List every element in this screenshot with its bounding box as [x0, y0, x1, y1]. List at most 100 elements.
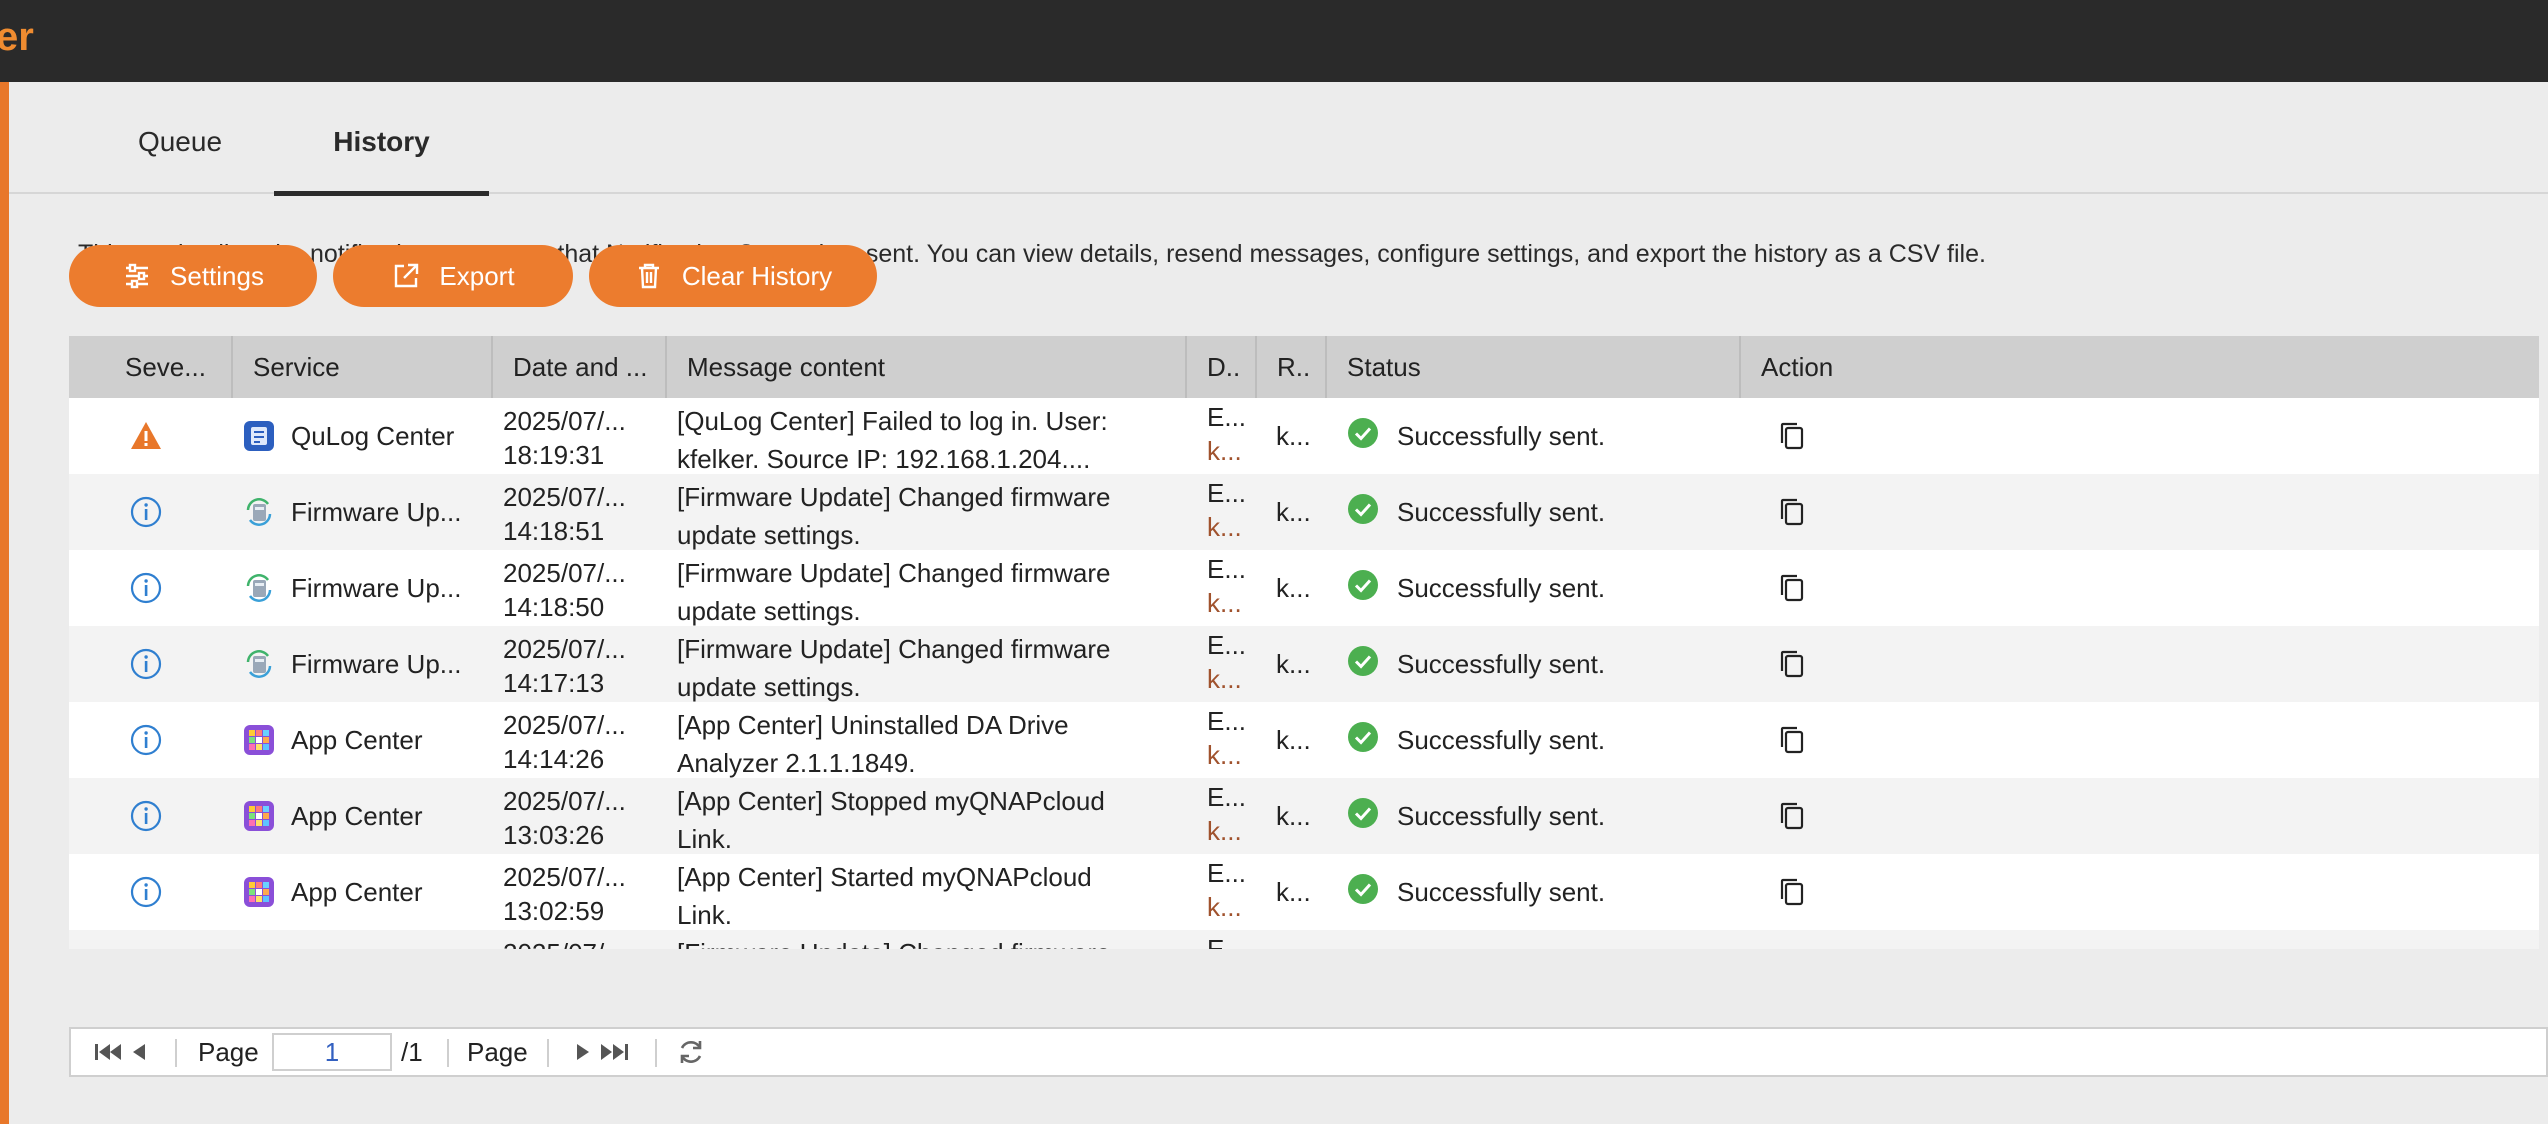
d-link[interactable]: k... [1207, 510, 1247, 544]
col-severity[interactable]: Seve... [69, 336, 233, 398]
status-text: Successfully sent. [1397, 572, 1606, 603]
d-value: E... [1207, 782, 1247, 812]
refresh-icon[interactable] [676, 1037, 706, 1067]
app-title: er [0, 15, 34, 59]
col-r[interactable]: R.. [1257, 336, 1327, 398]
severity-info-icon [69, 778, 223, 854]
date-value: 2025/07/... [503, 558, 626, 588]
time-value: 14:18:51 [503, 516, 605, 546]
table-row[interactable]: QuLog Center 2025/07/... 18:19:31 [QuLog Ce… [69, 398, 2539, 474]
status-text: Successfully sent. [1397, 876, 1606, 907]
copy-action-icon[interactable] [1762, 854, 1822, 930]
message-line-1: [Firmware Update] Changed firmware [677, 558, 1111, 588]
service-name: QuLog Center [291, 420, 455, 451]
d-value: E... [1207, 706, 1247, 736]
export-button[interactable]: Export [333, 245, 573, 307]
time-value: 13:02:59 [503, 896, 605, 926]
d-link[interactable]: k... [1207, 434, 1247, 468]
service-cell: Firmware Up... [223, 550, 483, 626]
page-number-input[interactable] [272, 1033, 392, 1071]
time-value: 14:14:26 [503, 744, 605, 774]
settings-button[interactable]: Settings [69, 245, 317, 307]
copy-action-icon[interactable] [1762, 474, 1822, 550]
r-cell: k... [1276, 421, 1311, 451]
message-line-2: update settings. [677, 520, 861, 550]
pagination-bar: Page /1 Page [69, 1027, 2548, 1077]
copy-action-icon[interactable] [1762, 626, 1822, 702]
status-cell: Successfully sent. [1347, 398, 1747, 474]
service-name: App Center [291, 876, 423, 907]
table-row[interactable]: 2025/07/... [Firmware Update] Changed fir… [69, 930, 2539, 949]
message-cell: [Firmware Update] Changed firmware [677, 930, 1117, 949]
firmware-update-icon [243, 648, 275, 680]
col-d[interactable]: D.. [1187, 336, 1257, 398]
status-cell: Successfully sent. [1347, 702, 1747, 778]
d-link[interactable]: k... [1207, 814, 1247, 848]
status-text: Successfully sent. [1397, 420, 1606, 451]
d-link[interactable]: k... [1207, 662, 1247, 696]
d-value: E... [1207, 934, 1247, 949]
clear-history-button[interactable]: Clear History [589, 245, 877, 307]
date-cell: 2025/07/... 14:14:26 [503, 702, 653, 778]
export-button-label: Export [439, 260, 515, 291]
table-row[interactable]: Firmware Up... 2025/07/... 14:18:51 [Firmwa… [69, 474, 2539, 550]
date-cell: 2025/07/... 13:03:26 [503, 778, 653, 854]
table-row[interactable]: App Center 2025/07/... 14:14:26 [App Center… [69, 702, 2539, 778]
r-cell [1276, 930, 1316, 949]
d-cell: E... k... [1207, 474, 1247, 550]
date-value: 2025/07/... [503, 862, 626, 892]
qulog-icon [243, 420, 275, 452]
status-text: Successfully sent. [1397, 724, 1606, 755]
tab-history[interactable]: History [274, 82, 489, 196]
message-cell: [App Center] Stopped myQNAPcloud Link. [677, 778, 1117, 854]
d-cell: E... k... [1207, 854, 1247, 930]
col-message[interactable]: Message content [667, 336, 1187, 398]
status-cell: Successfully sent. [1347, 550, 1747, 626]
copy-action-icon[interactable] [1762, 398, 1822, 474]
table-row[interactable]: App Center 2025/07/... 13:02:59 [App Center… [69, 854, 2539, 930]
date-value: 2025/07/... [503, 786, 626, 816]
history-table: Seve... Service Date and ... Message con… [69, 336, 2539, 949]
d-link[interactable]: k... [1207, 738, 1247, 772]
time-value: 13:03:26 [503, 820, 605, 850]
next-last-page-icon[interactable] [573, 1037, 637, 1067]
table-row[interactable]: App Center 2025/07/... 13:03:26 [App Center… [69, 778, 2539, 854]
d-link[interactable]: k... [1207, 890, 1247, 924]
service-cell: Firmware Up... [223, 626, 483, 702]
message-line-2: update settings. [677, 672, 861, 702]
service-name: Firmware Up... [291, 496, 462, 527]
message-line-2: Analyzer 2.1.1.1849. [677, 748, 916, 778]
d-link[interactable]: k... [1207, 586, 1247, 620]
message-line-1: [App Center] Uninstalled DA Drive [677, 710, 1069, 740]
col-status[interactable]: Status [1327, 336, 1741, 398]
date-cell: 2025/07/... 18:19:31 [503, 398, 653, 474]
col-action[interactable]: Action [1741, 336, 2539, 398]
status-text: Successfully sent. [1397, 800, 1606, 831]
service-name: App Center [291, 724, 423, 755]
date-cell: 2025/07/... 14:18:51 [503, 474, 653, 550]
col-date[interactable]: Date and ... [493, 336, 667, 398]
copy-action-icon[interactable] [1762, 702, 1822, 778]
d-cell: E... k... [1207, 702, 1247, 778]
table-row[interactable]: Firmware Up... 2025/07/... 14:18:50 [Firmwa… [69, 550, 2539, 626]
copy-action-icon[interactable] [1762, 778, 1822, 854]
copy-action-icon[interactable] [1762, 550, 1822, 626]
tab-queue[interactable]: Queue [106, 82, 254, 194]
status-text: Successfully sent. [1397, 496, 1606, 527]
service-name: App Center [291, 800, 423, 831]
time-value: 18:19:31 [503, 440, 605, 470]
r-cell: k... [1276, 877, 1311, 907]
service-name: Firmware Up... [291, 572, 462, 603]
d-cell: E... k... [1207, 550, 1247, 626]
service-cell: Firmware Up... [223, 474, 483, 550]
first-prev-page-icon[interactable] [93, 1037, 149, 1067]
service-cell [223, 930, 483, 949]
copy-action-icon[interactable] [1762, 930, 1822, 949]
r-cell: k... [1276, 801, 1311, 831]
table-row[interactable]: Firmware Up... 2025/07/... 14:17:13 [Firmwa… [69, 626, 2539, 702]
message-line-1: [Firmware Update] Changed firmware [677, 634, 1111, 664]
col-service[interactable]: Service [233, 336, 493, 398]
r-cell: k... [1276, 573, 1311, 603]
trash-icon [638, 263, 659, 289]
service-cell: App Center [223, 778, 483, 854]
